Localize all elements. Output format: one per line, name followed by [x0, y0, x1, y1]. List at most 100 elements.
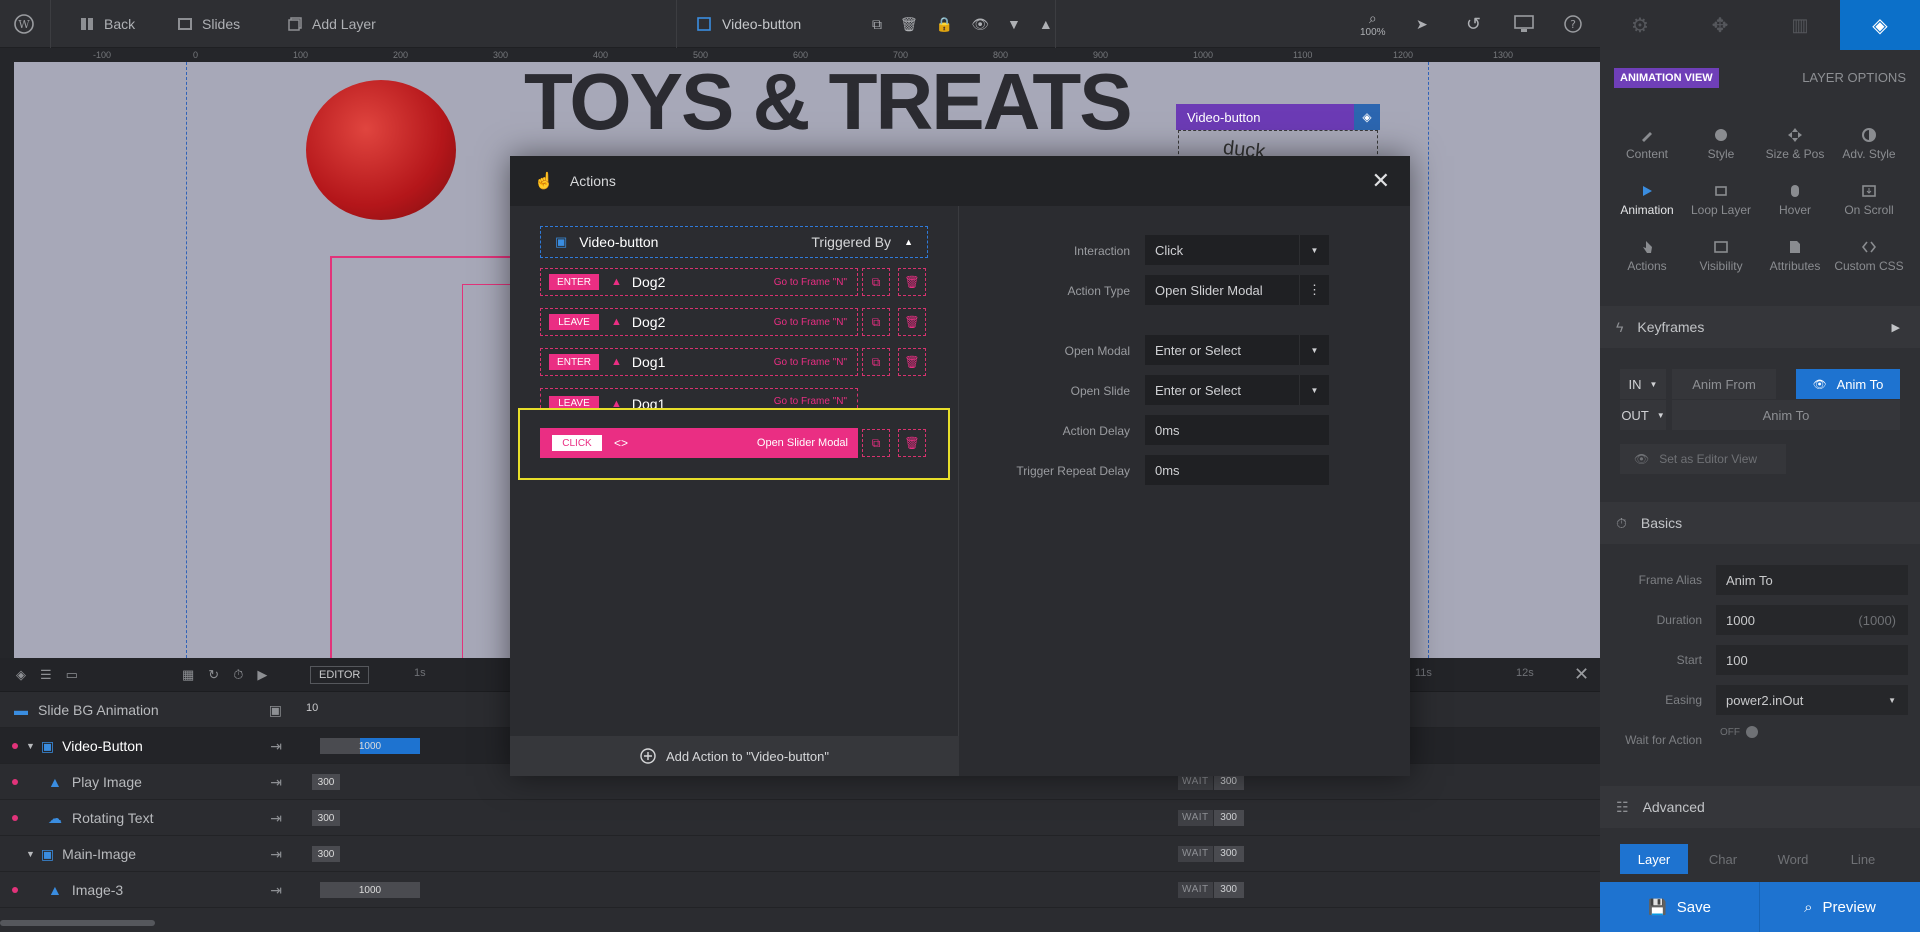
folder-icon[interactable]: ▭: [66, 667, 78, 683]
in-select[interactable]: IN ▼: [1620, 369, 1666, 399]
trash-icon[interactable]: 🗑: [898, 348, 926, 376]
trash-icon[interactable]: 🗑: [898, 308, 926, 336]
play-icon[interactable]: ▶: [1892, 321, 1900, 334]
wait-marker[interactable]: WAIT 300: [1178, 846, 1244, 862]
animation-view-badge[interactable]: ANIMATION VIEW: [1614, 68, 1719, 88]
duplicate-icon[interactable]: ⧉: [862, 308, 890, 336]
navigation-tab[interactable]: ✥: [1680, 0, 1760, 50]
collapse-arrow-icon[interactable]: ⇥: [270, 738, 282, 755]
current-layer-name[interactable]: Video-button: [696, 0, 801, 48]
expand-caret-icon[interactable]: ▼: [26, 741, 35, 751]
duplicate-icon[interactable]: ⧉: [872, 16, 882, 33]
duration-input[interactable]: 1000 (1000): [1716, 605, 1908, 635]
triggered-by-label[interactable]: Triggered By: [811, 234, 891, 250]
zoom-control[interactable]: ⌕ 100%: [1360, 0, 1386, 48]
open-slide-select[interactable]: Enter or Select ▼: [1145, 375, 1329, 405]
anim-from-button[interactable]: Anim From: [1672, 369, 1776, 399]
collapse-arrow-icon[interactable]: ⇥: [270, 810, 282, 827]
advanced-section[interactable]: ☷ Advanced: [1600, 786, 1920, 828]
caret-up-icon[interactable]: ▲: [1039, 16, 1053, 32]
action-delay-input[interactable]: 0ms: [1145, 415, 1329, 445]
headline-text[interactable]: TOYS & TREATS: [524, 62, 1133, 148]
action-row[interactable]: LEAVE ▲ Dog1 Go to Frame "N": [540, 388, 858, 408]
duplicate-icon[interactable]: ⧉: [862, 348, 890, 376]
visibility-tab[interactable]: Visibility: [1684, 240, 1758, 273]
save-button[interactable]: 💾 Save: [1600, 882, 1760, 932]
timeline-bar[interactable]: 1000: [320, 882, 420, 898]
layers-tab[interactable]: ◈: [1840, 0, 1920, 50]
style-tab[interactable]: Style: [1684, 128, 1758, 161]
anim-to-out-button[interactable]: Anim To: [1672, 400, 1900, 430]
hover-tab[interactable]: Hover: [1758, 184, 1832, 217]
layers-icon[interactable]: ◈: [1354, 104, 1380, 130]
duplicate-icon[interactable]: ⧉: [862, 429, 890, 457]
trash-icon[interactable]: 🗑: [898, 268, 926, 296]
timeline-bar[interactable]: 300: [312, 846, 340, 862]
desktop-view-icon[interactable]: [1514, 0, 1534, 48]
timeline-bar[interactable]: 300: [312, 774, 340, 790]
duplicate-icon[interactable]: ⧉: [862, 268, 890, 296]
custom-css-tab[interactable]: Custom CSS: [1832, 240, 1906, 273]
add-layer-button[interactable]: Add Layer: [288, 0, 376, 48]
easing-select[interactable]: power2.inOut ▼: [1716, 685, 1908, 715]
close-icon[interactable]: ✕: [1372, 168, 1390, 194]
interaction-select[interactable]: Click ▼: [1145, 235, 1329, 265]
list-icon[interactable]: ☰: [40, 667, 52, 683]
wait-toggle[interactable]: OFF: [1720, 726, 1758, 738]
action-type-select[interactable]: Open Slider Modal ⋮: [1145, 275, 1329, 305]
gallery-icon[interactable]: ▣: [269, 702, 282, 719]
add-action-button[interactable]: Add Action to "Video-button": [510, 736, 959, 776]
eye-icon[interactable]: 👁: [971, 16, 989, 33]
attributes-tab[interactable]: Attributes: [1758, 240, 1832, 273]
frame-alias-input[interactable]: Anim To: [1716, 565, 1908, 595]
trash-icon[interactable]: 🗑: [898, 429, 926, 457]
slides-tab[interactable]: ▥: [1760, 0, 1840, 50]
video-button-tag[interactable]: Video-button ◈: [1176, 104, 1380, 130]
start-input[interactable]: 100: [1716, 645, 1908, 675]
set-editor-view-button[interactable]: 👁 Set as Editor View: [1620, 444, 1786, 474]
play-icon[interactable]: ▶: [257, 667, 267, 683]
wait-marker[interactable]: WAIT 300: [1178, 882, 1244, 898]
timeline-row-main-image[interactable]: ▼ ▣ Main-Image ⇥ 300 WAIT 300: [0, 836, 1600, 872]
timeline-scrollbar[interactable]: [0, 920, 155, 926]
content-tab[interactable]: Content: [1610, 128, 1684, 161]
keyframes-section[interactable]: ϟ Keyframes ▶: [1600, 306, 1920, 348]
trash-icon[interactable]: 🗑: [900, 16, 918, 33]
timeline-row-image-3[interactable]: ▲ Image-3 ⇥ 1000 WAIT 300: [0, 872, 1600, 908]
layer-options-title[interactable]: LAYER OPTIONS: [1802, 70, 1906, 85]
caret-up-icon[interactable]: ▲: [904, 237, 913, 247]
adv-style-tab[interactable]: Adv. Style: [1832, 128, 1906, 161]
split-tab-char[interactable]: Char: [1688, 852, 1758, 867]
size-pos-tab[interactable]: Size & Pos: [1758, 128, 1832, 161]
grid-toggle-icon[interactable]: ▦: [182, 667, 194, 683]
help-icon[interactable]: ?: [1564, 0, 1582, 48]
timer-icon[interactable]: ⏱: [233, 667, 243, 683]
actions-tab[interactable]: Actions: [1610, 240, 1684, 273]
wait-marker[interactable]: WAIT 300: [1178, 774, 1244, 790]
wordpress-logo-icon[interactable]: W: [14, 0, 34, 48]
trigger-repeat-delay-input[interactable]: 0ms: [1145, 455, 1329, 485]
collapse-arrow-icon[interactable]: ⇥: [270, 846, 282, 863]
split-tab-word[interactable]: Word: [1758, 852, 1828, 867]
split-tab-line[interactable]: Line: [1828, 852, 1898, 867]
refresh-icon[interactable]: ↻: [208, 667, 219, 683]
preview-button[interactable]: ⌕ Preview: [1760, 882, 1920, 932]
close-timeline-icon[interactable]: ✕: [1574, 664, 1589, 685]
loop-layer-tab[interactable]: Loop Layer: [1684, 184, 1758, 217]
collapse-arrow-icon[interactable]: ⇥: [270, 774, 282, 791]
editor-badge[interactable]: EDITOR: [310, 666, 370, 684]
timeline-bar[interactable]: 1000: [320, 738, 420, 754]
animation-tab[interactable]: Animation: [1610, 184, 1684, 217]
on-scroll-tab[interactable]: On Scroll: [1832, 184, 1906, 217]
wait-marker[interactable]: WAIT 300: [1178, 810, 1244, 826]
click-action-row[interactable]: CLICK <> Open Slider Modal: [540, 428, 858, 458]
layers-stack-icon[interactable]: ◈: [16, 667, 26, 683]
action-row[interactable]: ENTER ▲ Dog1 Go to Frame "N": [540, 348, 858, 376]
action-row[interactable]: ENTER ▲ Dog2 Go to Frame "N": [540, 268, 858, 296]
anim-to-button[interactable]: 👁 Anim To: [1796, 369, 1900, 399]
slides-button[interactable]: Slides: [178, 0, 240, 48]
open-modal-select[interactable]: Enter or Select ▼: [1145, 335, 1329, 365]
collapse-arrow-icon[interactable]: ⇥: [270, 882, 282, 899]
caret-down-icon[interactable]: ▼: [1007, 16, 1021, 32]
back-button[interactable]: Back: [80, 0, 135, 48]
